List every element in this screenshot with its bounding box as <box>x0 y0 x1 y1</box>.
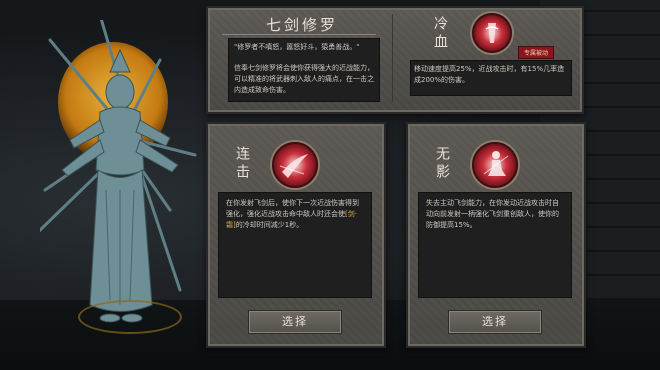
choice-name-wuying: 无影 <box>434 146 450 182</box>
select-lianji-button[interactable]: 选择 <box>248 310 342 334</box>
title-divider <box>222 34 376 35</box>
wuying-skill-icon <box>472 142 518 188</box>
passive-description: 移动速度提高25%，近战攻击时，有15%几率造成200%的伤害。 <box>414 65 565 84</box>
panel-divider <box>392 14 393 102</box>
passive-skill-name: 冷血 <box>432 16 448 52</box>
kneeling-figure-icon <box>483 151 509 176</box>
main-skill-quote: "修罗者不嗔怒，嚣怒好斗，猿勇善战。" <box>234 43 360 51</box>
lianji-skill-icon <box>272 142 318 188</box>
game-scene: 七剑修罗 "修罗者不嗔怒，嚣怒好斗，猿勇善战。" 信奉七剑修罗将会使你获得强大的… <box>0 0 660 370</box>
main-skill-title: 七剑修罗 <box>266 16 339 34</box>
blood-drop-icon <box>485 23 499 43</box>
sword-slash-icon <box>279 154 308 178</box>
select-wuying-button[interactable]: 选择 <box>448 310 542 334</box>
asura-statue <box>40 20 197 323</box>
exclusive-passive-badge: 专属被动 <box>518 46 555 59</box>
lianji-description: 在你发射飞剑后，使你下一次近战伤害得到强化，强化近战攻击命中敌人时还会使[剑·霜… <box>226 198 364 231</box>
choice-name-lianji: 连击 <box>234 146 250 182</box>
passive-skill-icon <box>472 13 512 53</box>
lianji-desc-post: 的冷却时间减少1秒。 <box>235 221 304 229</box>
statue-base-ring <box>78 300 182 334</box>
wuying-description: 失去主动飞剑能力，在你发动近战攻击时自动向前发射一柄强化飞剑重创敌人，使你的防御… <box>426 199 559 229</box>
main-skill-description: 信奉七剑修罗将会使你获得强大的近战能力，可以精准的将武器刺入敌人的痛点，在一击之… <box>234 64 374 94</box>
lianji-desc-pre: 在你发射飞剑后，使你下一次近战伤害得到强化，强化近战攻击命中敌人时还会使 <box>226 199 359 218</box>
